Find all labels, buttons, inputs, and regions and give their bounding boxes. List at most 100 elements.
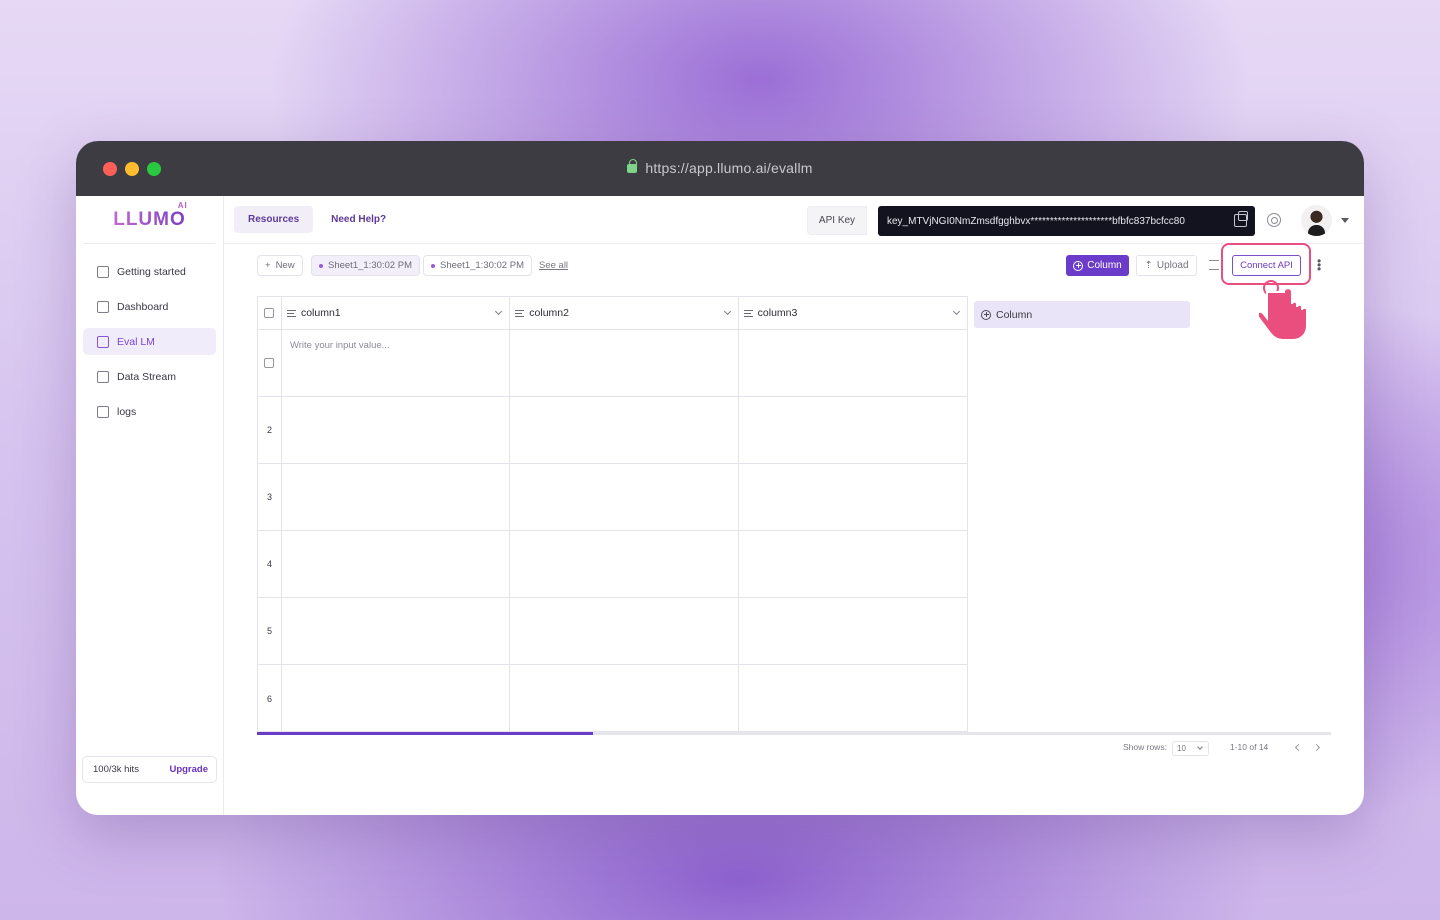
connect-api-button[interactable]: Connect API bbox=[1232, 255, 1301, 276]
table-cell[interactable] bbox=[282, 598, 511, 664]
upload-button[interactable]: ⇡ Upload bbox=[1136, 255, 1197, 276]
table-cell[interactable] bbox=[739, 397, 967, 463]
chart-icon bbox=[97, 335, 109, 348]
sidebar: LLUMO AI Getting started Dashboard Eval L… bbox=[76, 196, 224, 815]
usage-box: 100/3k hits Upgrade bbox=[82, 756, 217, 783]
logs-icon bbox=[97, 405, 109, 418]
sidebar-item-dashboard[interactable]: Dashboard bbox=[83, 293, 216, 320]
dot-icon bbox=[319, 263, 323, 268]
main-content: Resources Need Help? API Key key_MTVjNGI… bbox=[224, 196, 1364, 815]
filter-icon[interactable] bbox=[1209, 260, 1219, 270]
text-type-icon bbox=[286, 309, 296, 317]
sheet-tab[interactable]: Sheet1_1:30:02 PM bbox=[423, 255, 532, 276]
add-column-header-button[interactable]: Column bbox=[974, 301, 1190, 328]
table-row: 4 bbox=[258, 531, 967, 598]
upgrade-button[interactable]: Upgrade bbox=[169, 764, 208, 775]
rocket-icon bbox=[97, 265, 109, 278]
more-options-icon[interactable]: • • • bbox=[1317, 255, 1321, 275]
address-bar[interactable]: https://app.llumo.ai/evallm bbox=[76, 159, 1364, 176]
table-cell[interactable]: Write your input value... bbox=[282, 330, 511, 396]
column-header[interactable]: column2 bbox=[510, 297, 739, 329]
column-name: column3 bbox=[757, 307, 798, 319]
logo-text: LLUMO bbox=[113, 208, 186, 230]
row-checkbox[interactable] bbox=[264, 358, 275, 368]
add-column-label: Column bbox=[996, 308, 1033, 321]
table-cell[interactable] bbox=[282, 531, 511, 597]
table-row: 2 bbox=[258, 397, 967, 464]
table-cell[interactable] bbox=[739, 531, 967, 597]
gear-icon[interactable] bbox=[1267, 213, 1281, 227]
column-label: Column bbox=[1087, 260, 1122, 271]
plus-icon: + bbox=[265, 260, 271, 271]
chevron-down-icon[interactable] bbox=[495, 307, 503, 316]
chevron-down-icon[interactable] bbox=[952, 307, 961, 316]
avatar[interactable] bbox=[1301, 205, 1332, 236]
sidebar-item-eval-lm[interactable]: Eval LM bbox=[83, 328, 216, 355]
rows-per-page-select[interactable]: 10 bbox=[1172, 741, 1209, 756]
sheet-tab[interactable]: Sheet1_1:30:02 PM bbox=[311, 255, 420, 276]
table-cell[interactable] bbox=[510, 531, 739, 597]
row-number: 3 bbox=[258, 464, 282, 530]
sidebar-item-label: Getting started bbox=[117, 265, 186, 278]
sidebar-item-getting-started[interactable]: Getting started bbox=[83, 258, 216, 285]
table-row: 3 bbox=[258, 464, 967, 531]
table-cell[interactable] bbox=[739, 665, 967, 732]
row-select-cell bbox=[258, 330, 282, 396]
table-cell[interactable] bbox=[739, 464, 967, 530]
table-cell[interactable] bbox=[510, 598, 739, 664]
chevron-down-icon[interactable] bbox=[723, 307, 731, 316]
table-cell[interactable] bbox=[510, 665, 739, 732]
chevron-right-icon[interactable] bbox=[1312, 743, 1321, 752]
resources-button[interactable]: Resources bbox=[234, 206, 314, 233]
sidebar-item-logs[interactable]: logs bbox=[83, 398, 216, 425]
column-header[interactable]: column1 bbox=[282, 297, 511, 329]
cell-placeholder: Write your input value... bbox=[289, 340, 390, 351]
api-key-label: API Key bbox=[807, 206, 867, 235]
dot-icon bbox=[431, 263, 435, 268]
rows-per-page-value: 10 bbox=[1177, 744, 1186, 753]
row-number: 6 bbox=[258, 665, 282, 732]
table-row: 5 bbox=[258, 598, 967, 665]
top-bar: Resources Need Help? API Key key_MTVjNGI… bbox=[224, 196, 1364, 244]
column-name: column1 bbox=[300, 307, 341, 319]
sheet-toolbar: + New Sheet1_1:30:02 PM Sheet1_1:30:02 PM… bbox=[257, 243, 1332, 341]
url-text: https://app.llumo.ai/evallm bbox=[645, 160, 813, 176]
need-help-button[interactable]: Need Help? bbox=[317, 206, 400, 233]
chevron-down-icon[interactable] bbox=[1341, 218, 1349, 223]
table-cell[interactable] bbox=[282, 397, 511, 463]
logo[interactable]: LLUMO AI bbox=[84, 196, 215, 244]
see-all-link[interactable]: See all bbox=[539, 260, 568, 271]
table-cell[interactable] bbox=[282, 464, 511, 530]
table-header: column1 column2 column3 bbox=[258, 297, 967, 330]
table-cell[interactable] bbox=[510, 464, 739, 530]
pointer-hand-icon bbox=[1259, 280, 1308, 341]
page-range: 1-10 of 14 bbox=[1230, 742, 1269, 752]
table-row: 6 bbox=[258, 665, 967, 732]
select-all-checkbox[interactable] bbox=[264, 308, 275, 318]
sidebar-item-data-stream[interactable]: Data Stream bbox=[83, 363, 216, 390]
new-sheet-button[interactable]: + New bbox=[257, 255, 303, 276]
api-key-field[interactable]: key_MTVjNGI0NmZmsdfgghbvx***************… bbox=[878, 206, 1255, 236]
copy-icon[interactable] bbox=[1234, 211, 1248, 227]
table-cell[interactable] bbox=[739, 330, 967, 396]
table-cell[interactable] bbox=[510, 397, 739, 463]
sidebar-nav: Getting started Dashboard Eval LM Data S… bbox=[76, 244, 223, 425]
select-all-cell bbox=[258, 297, 282, 329]
add-column-button[interactable]: Column bbox=[1066, 255, 1129, 276]
plus-circle-icon bbox=[1073, 260, 1084, 271]
scrollbar-thumb[interactable] bbox=[257, 732, 593, 735]
text-type-icon bbox=[743, 309, 753, 317]
table-cell[interactable] bbox=[282, 665, 511, 732]
chevron-down-icon bbox=[1197, 744, 1203, 750]
text-type-icon bbox=[515, 309, 525, 317]
upload-icon: ⇡ bbox=[1144, 260, 1153, 271]
column-header[interactable]: column3 bbox=[739, 297, 967, 329]
sidebar-item-label: Eval LM bbox=[117, 335, 155, 348]
horizontal-scrollbar[interactable] bbox=[257, 732, 1331, 735]
chevron-left-icon[interactable] bbox=[1294, 743, 1303, 752]
table-cell[interactable] bbox=[510, 330, 739, 396]
sheet-tab-label: Sheet1_1:30:02 PM bbox=[328, 260, 412, 271]
sidebar-item-label: logs bbox=[117, 405, 137, 418]
upload-label: Upload bbox=[1156, 260, 1189, 271]
table-cell[interactable] bbox=[739, 598, 967, 664]
